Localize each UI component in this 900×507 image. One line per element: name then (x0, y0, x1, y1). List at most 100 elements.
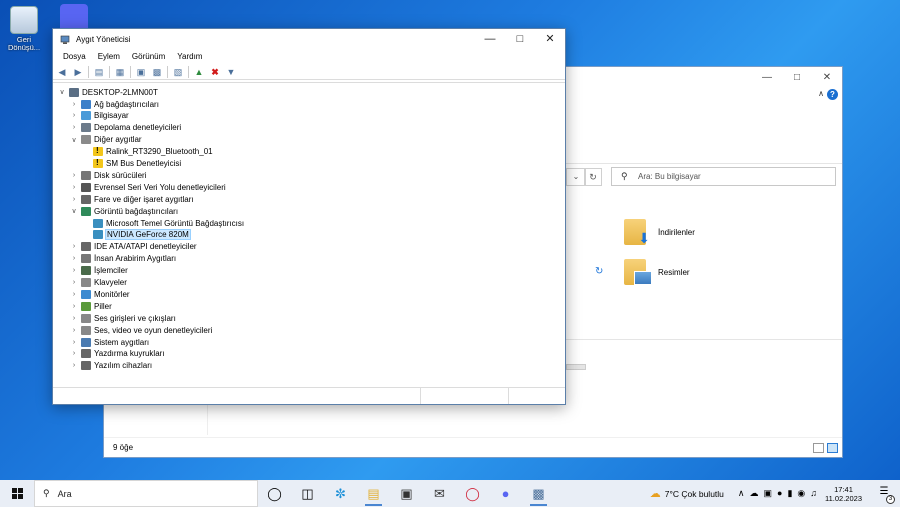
update-driver-icon[interactable]: ▲ (193, 66, 205, 78)
tree-category-item[interactable]: › Yazılım cihazları (69, 360, 152, 372)
tree-device-item[interactable]: NVIDIA GeForce 820M (91, 229, 191, 241)
store-icon[interactable]: ▣ (390, 480, 423, 507)
expand-chevron-icon[interactable]: › (69, 172, 79, 179)
view-icon[interactable]: ▩ (151, 66, 163, 78)
expand-chevron-icon[interactable]: › (69, 291, 79, 298)
expand-chevron-icon[interactable]: › (69, 267, 79, 274)
weather-widget[interactable]: ☁ 7°C Çok bulutlu (650, 487, 724, 500)
expand-chevron-icon[interactable]: › (69, 327, 79, 334)
maximize-icon[interactable]: □ (782, 72, 812, 83)
folder-pictures[interactable]: Resimler (624, 259, 690, 285)
expand-chevron-icon[interactable]: › (69, 124, 79, 131)
address-dropdown-chevron-icon[interactable]: ⌄ (566, 168, 586, 186)
menu-view[interactable]: Görünüm (126, 50, 171, 64)
properties-icon[interactable]: ▦ (114, 66, 126, 78)
mail-icon[interactable]: ✉ (423, 480, 456, 507)
usb-device-icon[interactable]: ▣ (764, 488, 773, 499)
expand-chevron-icon[interactable]: › (69, 112, 79, 119)
task-view-icon[interactable]: ◫ (291, 480, 324, 507)
menu-file[interactable]: Dosya (57, 50, 92, 64)
wifi-icon[interactable]: ◉ (797, 488, 805, 499)
microphone-icon[interactable]: ● (777, 488, 782, 499)
forward-arrow-icon[interactable]: ▶ (72, 66, 84, 78)
expand-chevron-icon[interactable]: › (69, 255, 79, 262)
volume-icon[interactable]: ♫ (810, 488, 817, 499)
tree-category-item[interactable]: › Klavyeler (69, 277, 127, 289)
download-driver-icon[interactable]: ▼ (225, 66, 237, 78)
discord-taskbar-icon[interactable]: ● (489, 480, 522, 507)
tree-category-item[interactable]: › Bilgisayar (69, 110, 129, 122)
system-tray: ☁ 7°C Çok bulutlu ∧ ☁ ▣ ● ▮ ◉ ♫ 17:41 11… (650, 480, 900, 507)
folder-downloads[interactable]: İndirilenler (624, 219, 695, 247)
toolbar: ◀ ▶ ▤ ▦ ▣ ▩ ▧ ▲ ✖ ▼ (53, 64, 565, 80)
tree-category-item[interactable]: › İnsan Arabirim Aygıtları (69, 253, 176, 265)
show-hidden-icons-chevron-icon[interactable]: ∧ (738, 488, 745, 499)
tree-category-item[interactable]: › Disk sürücüleri (69, 169, 146, 181)
tree-device-item[interactable]: Microsoft Temel Görüntü Bağdaştırıcısı (91, 217, 244, 229)
minimize-icon[interactable]: — (752, 72, 782, 83)
tree-device-item[interactable]: Ralink_RT3290_Bluetooth_01 (91, 146, 213, 158)
folder-pictures-label: Resimler (658, 267, 690, 277)
help-icon[interactable]: ▣ (135, 66, 147, 78)
expand-chevron-icon[interactable]: › (69, 339, 79, 346)
explorer-search-input[interactable]: ⚲ Ara: Bu bilgisayar (611, 167, 836, 186)
device-category-icon (81, 313, 91, 323)
menu-action[interactable]: Eylem (92, 50, 126, 64)
close-button[interactable]: ✕ (535, 29, 565, 50)
large-icons-view-icon[interactable] (827, 443, 838, 453)
opera-icon[interactable]: ◯ (456, 480, 489, 507)
expand-chevron-icon[interactable]: › (69, 350, 79, 357)
recycle-bin-desktop-icon[interactable]: Geri Dönüşü... (2, 6, 46, 52)
tree-category-item[interactable]: › Depolama denetleyicileri (69, 122, 181, 134)
expand-chevron-icon[interactable]: › (69, 279, 79, 286)
refresh-icon[interactable]: ↻ (584, 168, 602, 186)
tree-device-item[interactable]: SM Bus Denetleyicisi (91, 158, 181, 170)
tree-root-computer[interactable]: ∨ DESKTOP-2LMN00T (57, 86, 158, 98)
expand-chevron-icon[interactable]: › (69, 303, 79, 310)
expand-chevron-icon[interactable]: › (69, 362, 79, 369)
tree-category-item[interactable]: › Ağ bağdaştırıcıları (69, 98, 159, 110)
tree-category-item[interactable]: › Ses girişleri ve çıkışları (69, 312, 176, 324)
start-button[interactable] (0, 480, 34, 507)
tree-category-item[interactable]: › Sistem aygıtları (69, 336, 149, 348)
tree-category-item[interactable]: › Yazdırma kuyrukları (69, 348, 165, 360)
tree-category-item[interactable]: › Monitörler (69, 288, 130, 300)
maximize-button[interactable]: □ (505, 29, 535, 50)
scan-hardware-icon[interactable]: ▧ (172, 66, 184, 78)
notification-center-icon[interactable]: ☰ 3 (876, 486, 895, 504)
tree-category-item[interactable]: › Ses, video ve oyun denetleyicileri (69, 324, 212, 336)
collapse-chevron-icon[interactable]: ∨ (69, 207, 79, 215)
back-arrow-icon[interactable]: ◀ (56, 66, 68, 78)
show-hide-tree-icon[interactable]: ▤ (93, 66, 105, 78)
help-icon[interactable]: ? (827, 89, 838, 100)
collapse-chevron-icon[interactable]: ∨ (69, 136, 79, 144)
expand-chevron-icon[interactable]: › (69, 196, 79, 203)
tree-category-item[interactable]: › IDE ATA/ATAPI denetleyiciler (69, 241, 197, 253)
menu-help[interactable]: Yardım (171, 50, 208, 64)
tree-category-item[interactable]: ∨ Diğer aygıtlar (69, 134, 142, 146)
expand-chevron-icon[interactable]: › (69, 184, 79, 191)
tree-category-item[interactable]: › Evrensel Seri Veri Yolu denetleyicileri (69, 181, 226, 193)
recycle-bin-icon (10, 6, 38, 34)
close-icon[interactable]: ✕ (812, 72, 842, 83)
tree-category-item[interactable]: ∨ Görüntü bağdaştırıcıları (69, 205, 178, 217)
battery-icon[interactable]: ▮ (787, 488, 792, 499)
cortana-icon[interactable]: ◯ (258, 480, 291, 507)
tree-category-item[interactable]: › Piller (69, 300, 112, 312)
collapse-chevron-icon[interactable]: ∨ (57, 88, 67, 96)
uninstall-device-icon[interactable]: ✖ (209, 66, 221, 78)
cloud-sync-icon[interactable]: ☁ (750, 488, 759, 499)
tree-category-item[interactable]: › Fare ve diğer işaret aygıtları (69, 193, 194, 205)
taskbar-search-box[interactable]: ⚲ Ara (34, 480, 258, 507)
tree-category-item[interactable]: › İşlemciler (69, 265, 128, 277)
edge-icon[interactable]: ✼ (324, 480, 357, 507)
expand-chevron-icon[interactable]: › (69, 101, 79, 108)
expand-chevron-icon[interactable]: › (69, 243, 79, 250)
device-manager-taskbar-icon[interactable]: ▩ (522, 480, 555, 507)
file-explorer-taskbar-icon[interactable]: ▤ (357, 480, 390, 507)
expand-chevron-icon[interactable]: › (69, 315, 79, 322)
details-view-icon[interactable] (813, 443, 824, 453)
clock[interactable]: 17:41 11.02.2023 (825, 485, 862, 503)
ribbon-expand-chevron-icon[interactable]: ∧ (818, 89, 824, 98)
minimize-button[interactable]: — (475, 29, 505, 50)
